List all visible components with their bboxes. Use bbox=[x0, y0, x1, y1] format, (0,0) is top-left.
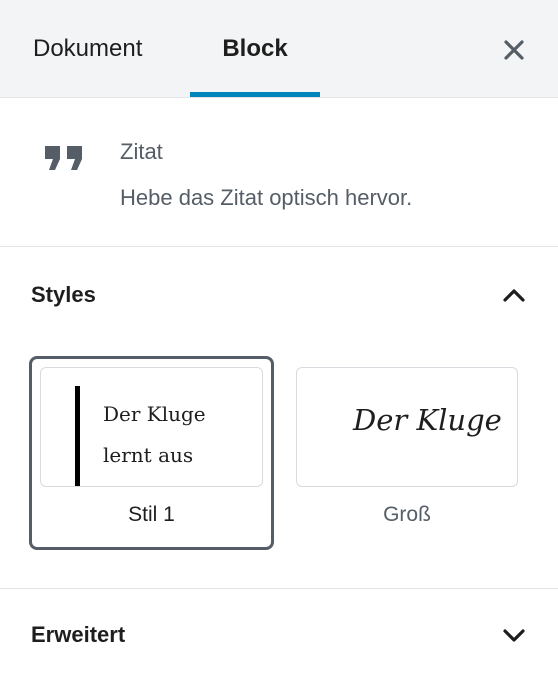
quote-border bbox=[75, 386, 80, 486]
block-card-description: Hebe das Zitat optisch hervor. bbox=[120, 185, 413, 210]
style-label-default: Stil 1 bbox=[128, 503, 175, 526]
style-label-large: Groß bbox=[383, 503, 431, 526]
advanced-panel-toggle[interactable]: Erweitert bbox=[0, 590, 558, 680]
active-tab-indicator bbox=[190, 92, 320, 97]
advanced-panel-title: Erweitert bbox=[31, 622, 126, 647]
block-card-title: Zitat bbox=[120, 139, 163, 164]
close-icon[interactable] bbox=[498, 34, 530, 66]
style-preview-default[interactable]: Der Kluge lernt aus allem und bbox=[40, 367, 263, 487]
quote-icon bbox=[45, 146, 82, 170]
chevron-up-icon bbox=[503, 289, 525, 302]
tab-block[interactable]: Block bbox=[190, 0, 320, 98]
style-preview-text: Der Kluge lernt aus allem und bbox=[103, 402, 206, 486]
chevron-down-icon bbox=[503, 629, 525, 642]
style-preview-large[interactable]: Der Kluge bbox=[296, 367, 518, 487]
sidebar-tabbar: Dokument Block bbox=[0, 0, 558, 98]
styles-panel-title: Styles bbox=[31, 282, 96, 307]
panel-divider bbox=[0, 588, 558, 589]
tab-document[interactable]: Dokument bbox=[33, 0, 142, 98]
block-card bbox=[0, 99, 558, 247]
styles-panel-toggle[interactable]: Styles bbox=[0, 250, 558, 340]
style-preview-text: Der Kluge bbox=[353, 403, 502, 437]
